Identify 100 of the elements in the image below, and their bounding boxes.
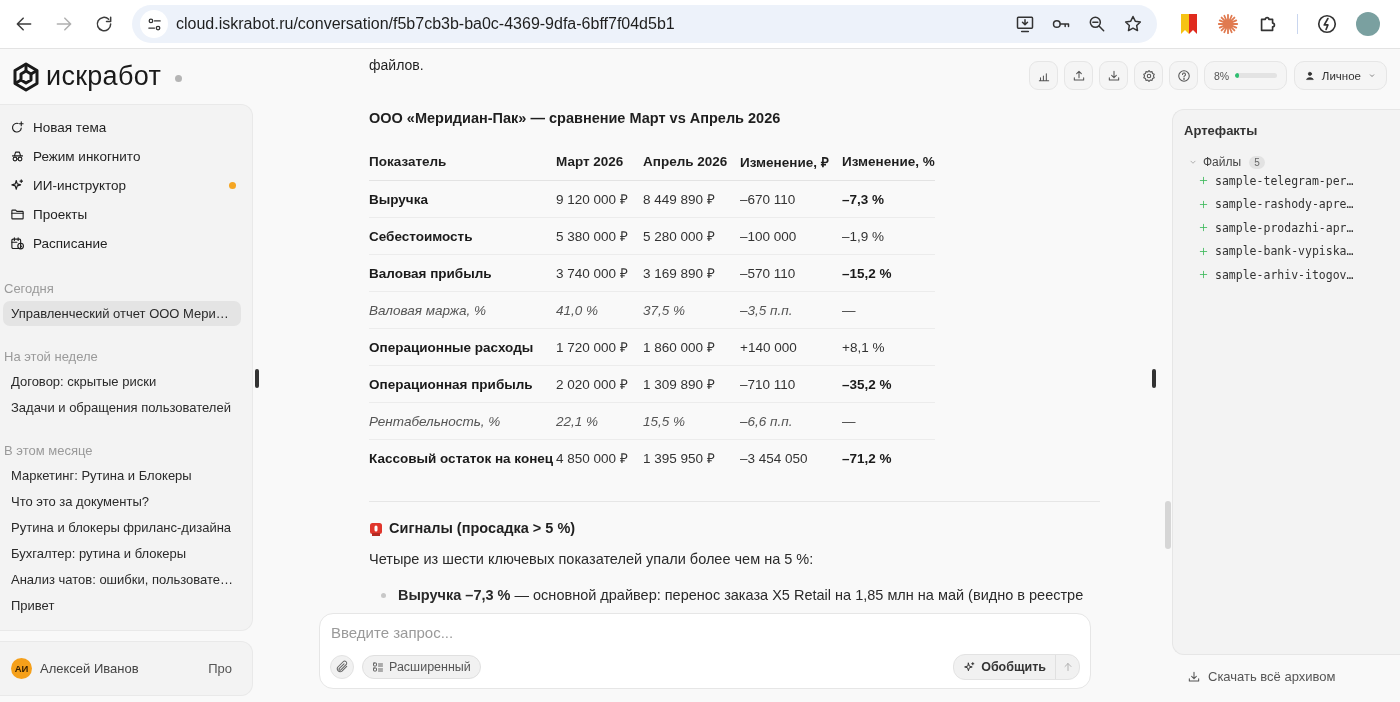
file-item[interactable]: sample-rashody-apre… (1184, 192, 1400, 216)
list-icon (372, 661, 384, 673)
download-archive-link[interactable]: Скачать всё архивом (1187, 669, 1336, 684)
table-cell: 3 740 000 ₽ (556, 254, 643, 292)
flag-icon[interactable] (1179, 13, 1199, 35)
scrollbar-thumb[interactable] (1165, 501, 1171, 549)
table-cell: –3 454 050 (740, 439, 842, 476)
file-item[interactable]: sample-telegram-per… (1184, 169, 1400, 193)
chat-item[interactable]: Бухгалтер: рутина и блокеры (3, 541, 241, 566)
user-panel[interactable]: АИ Алексей Иванов Про (0, 641, 253, 696)
table-cell: 37,5 % (643, 291, 740, 329)
new-topic-icon (10, 120, 25, 135)
person-icon (1305, 70, 1315, 81)
table-cell: 4 850 000 ₽ (556, 439, 643, 476)
table-cell: Кассовый остаток на конец (369, 439, 556, 476)
plan-label: Про (208, 661, 232, 676)
table-cell: — (842, 291, 935, 329)
table-cell: –71,2 % (842, 439, 935, 476)
table-cell: +8,1 % (842, 328, 935, 366)
starburst-icon[interactable] (1217, 13, 1239, 35)
table-cell: 22,1 % (556, 402, 643, 440)
address-bar[interactable]: cloud.iskrabot.ru/conversation/f5b7cb3b-ba0c-4369-9dfa-6bff7f04d5b1 (132, 5, 1157, 43)
message-text: Четыре из шести ключевых показателей упали более чем на 5 %: (369, 551, 815, 567)
help-icon (1176, 68, 1191, 83)
user-name: Алексей Иванов (40, 661, 140, 676)
upload-icon (1071, 68, 1086, 83)
paperclip-icon (335, 660, 349, 674)
zoom-out-icon[interactable] (1087, 14, 1107, 34)
mode-button[interactable]: Расширенный (362, 655, 481, 679)
table-cell: –6,6 п.п. (740, 402, 842, 440)
message-text: файлов. (369, 57, 425, 75)
resize-handle[interactable] (255, 369, 259, 388)
table-cell: 3 169 890 ₽ (643, 254, 740, 292)
sparkle-icon (963, 660, 977, 674)
table-cell: Операционные расходы (369, 328, 556, 366)
file-item[interactable]: sample-arhiv-itogov… (1184, 263, 1400, 287)
chat-item[interactable]: Маркетинг: Рутина и Блокеры (3, 463, 241, 488)
profile-dropdown[interactable]: Личное (1294, 61, 1387, 90)
folder-label: Файлы (1203, 155, 1242, 169)
column-header: Март 2026 (556, 143, 643, 181)
stats-button[interactable] (1029, 61, 1058, 90)
table-cell: 2 020 000 ₽ (556, 365, 643, 403)
bullet-dot (381, 593, 386, 598)
sidebar-nav-item[interactable]: Новая тема (33, 120, 242, 135)
arrow-up-icon (1061, 661, 1074, 673)
table-cell: –1,9 % (842, 217, 935, 255)
section-heading: На этой неделе (3, 348, 99, 364)
section-heading: В этом месяце (3, 442, 94, 458)
chat-item[interactable]: Управленческий отчет ООО Мери… (3, 301, 241, 326)
chat-item[interactable]: Рутина и блокеры фриланс-дизайна (3, 515, 241, 540)
table-cell: 1 860 000 ₽ (643, 328, 740, 366)
file-item[interactable]: sample-bank-vypiska… (1184, 239, 1400, 263)
incognito-icon (10, 149, 25, 164)
help-button[interactable] (1169, 61, 1198, 90)
status-dot-icon (175, 75, 183, 82)
sidebar-nav-item[interactable]: Проекты (33, 207, 242, 222)
table-cell: –670 110 (740, 180, 842, 218)
url-text: cloud.iskrabot.ru/conversation/f5b7cb3b-ba0c-4369-9dfa-6bff7f04d5b1 (176, 15, 676, 33)
sidebar-nav-item[interactable]: Расписание (33, 236, 242, 251)
resize-handle[interactable] (1152, 369, 1156, 388)
column-header: Изменение, % (842, 143, 935, 181)
table-cell: 5 280 000 ₽ (643, 217, 740, 255)
attach-button[interactable] (330, 655, 354, 679)
table-cell: Себестоимость (369, 217, 556, 255)
caret-icon (1367, 71, 1376, 80)
chat-item[interactable]: Задачи и обращения пользователей (3, 395, 241, 420)
profile-avatar[interactable] (1356, 12, 1380, 36)
plus-icon (1198, 269, 1209, 281)
plus-icon (1198, 222, 1209, 234)
usage-reading: 8% (1214, 69, 1230, 82)
sidebar-nav-item[interactable]: ИИ-инструктор (33, 178, 221, 193)
column-header: Показатель (369, 143, 556, 181)
install-icon[interactable] (1015, 14, 1035, 34)
bookmark-star-icon[interactable] (1123, 14, 1143, 34)
reload-icon (94, 14, 114, 34)
chat-item[interactable]: Что это за документы? (3, 489, 241, 514)
chat-item[interactable]: Привет (3, 593, 241, 618)
table-cell: — (842, 402, 935, 440)
file-item[interactable]: sample-prodazhi-apr… (1184, 216, 1400, 240)
table-cell: –3,5 п.п. (740, 291, 842, 329)
folder-toggle[interactable]: Файлы 5 (1184, 155, 1400, 169)
site-settings-button[interactable] (140, 10, 168, 38)
table-cell: –570 110 (740, 254, 842, 292)
settings-button[interactable] (1134, 61, 1163, 90)
chat-item[interactable]: Анализ чатов: ошибки, пользовате… (3, 567, 241, 592)
sidebar-nav-item[interactable]: Режим инкогнито (33, 149, 242, 164)
message-input[interactable]: Введите запрос... (330, 624, 731, 641)
table-cell: Рентабельность, % (369, 402, 556, 440)
calendar-clock-icon (10, 236, 25, 251)
table-cell: 41,0 % (556, 291, 643, 329)
chat-item[interactable]: Договор: скрытые риски (3, 369, 241, 394)
table-cell: 1 309 890 ₽ (643, 365, 740, 403)
table-cell: 1 395 950 ₽ (643, 439, 740, 476)
settings-icon (1141, 68, 1156, 83)
column-header: Изменение, ₽ (740, 143, 842, 181)
logo-text: искработ (46, 61, 162, 92)
leaf-bolt-icon[interactable] (1316, 13, 1338, 35)
logo-icon (12, 61, 40, 92)
column-header: Апрель 2026 (643, 143, 740, 181)
section-heading: Сегодня (3, 280, 55, 296)
